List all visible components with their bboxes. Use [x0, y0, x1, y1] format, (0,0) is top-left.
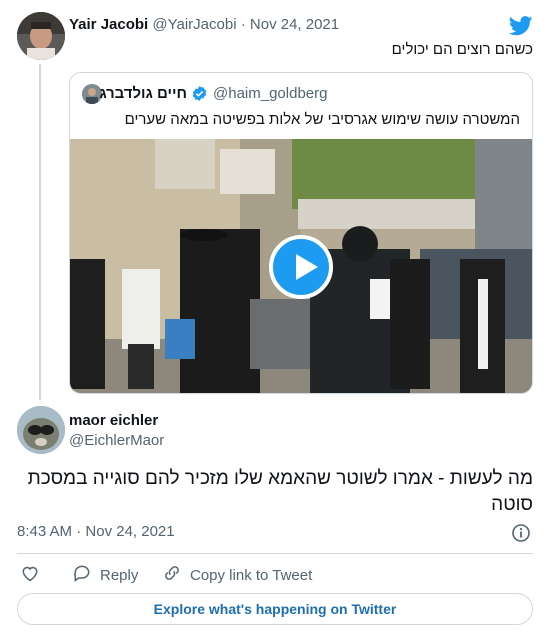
explore-button[interactable]: Explore what's happening on Twitter: [17, 593, 533, 625]
video-thumbnail[interactable]: [70, 139, 532, 393]
avatar-yair[interactable]: [17, 12, 65, 60]
tweet-text: כשהם רוצים הם יכולים: [391, 41, 533, 58]
separator-dot: ·: [76, 523, 82, 540]
thread-connector: [39, 64, 41, 400]
twitter-bird-icon[interactable]: [508, 16, 533, 36]
play-button[interactable]: [269, 235, 333, 299]
copy-link-label: Copy link to Tweet: [190, 566, 313, 584]
reply-icon: [72, 563, 92, 587]
link-icon: [162, 563, 182, 587]
author-name[interactable]: Yair Jacobi: [69, 16, 148, 33]
avatar-maor[interactable]: [17, 406, 65, 454]
play-icon: [296, 254, 318, 280]
heart-icon: [20, 563, 40, 587]
reply-timestamp[interactable]: 8:43 AM · Nov 24, 2021: [17, 523, 175, 540]
like-button[interactable]: [20, 563, 40, 587]
quoted-author-handle[interactable]: @haim_goldberg: [213, 85, 327, 102]
tweet-author-line: Yair Jacobi @YairJacobi · Nov 24, 2021: [69, 16, 339, 33]
divider: [17, 553, 533, 554]
reply-author-name[interactable]: maor eichler: [69, 412, 158, 429]
reply-label: Reply: [100, 566, 139, 584]
reply-date: Nov 24, 2021: [85, 523, 175, 540]
info-icon[interactable]: [511, 523, 531, 543]
copy-link-button[interactable]: Copy link to Tweet: [162, 563, 312, 587]
verified-badge-icon: [191, 85, 208, 102]
reply-time: 8:43 AM: [17, 523, 73, 540]
quoted-tweet-text: המשטרה עושה שימוש אגרסיבי של אלות בפשיטה…: [124, 111, 520, 128]
reply-author-handle[interactable]: @EichlerMaor: [69, 432, 164, 449]
separator-dot: ·: [240, 16, 246, 33]
author-handle[interactable]: @YairJacobi: [152, 16, 236, 33]
reply-text: מה לעשות - אמרו לשוטר שהאמא שלו מזכיר לה…: [27, 468, 533, 515]
quoted-author-name: חיים גולדברג: [99, 85, 187, 102]
reply-button[interactable]: Reply: [72, 563, 138, 587]
quoted-tweet[interactable]: חיים גולדברג @haim_goldberg המשטרה עושה …: [69, 72, 533, 394]
tweet-embed-card: Yair Jacobi @YairJacobi · Nov 24, 2021 כ…: [0, 0, 550, 642]
tweet-date[interactable]: Nov 24, 2021: [250, 16, 339, 33]
